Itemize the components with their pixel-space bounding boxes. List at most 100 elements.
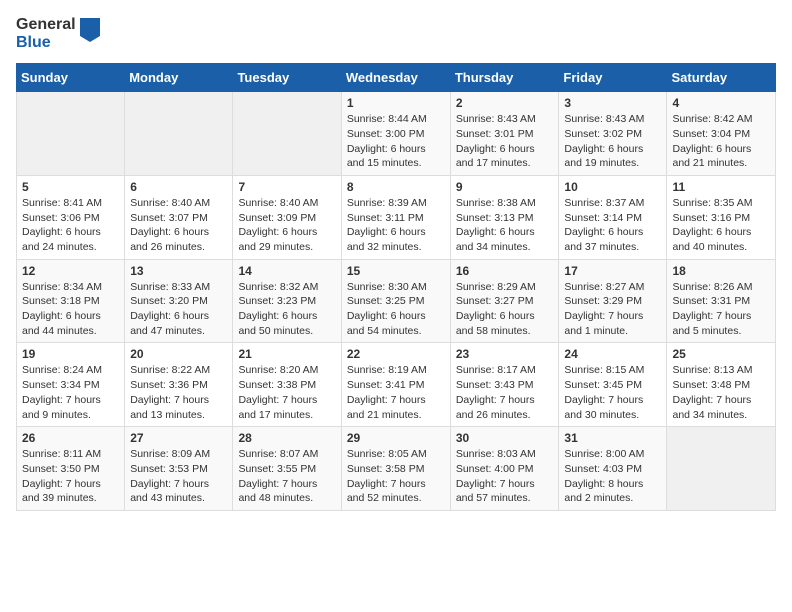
calendar-cell: 30Sunrise: 8:03 AM Sunset: 4:00 PM Dayli… bbox=[450, 427, 559, 511]
day-number: 25 bbox=[672, 347, 770, 361]
calendar-cell: 1 Sunrise: 8:44 AM Sunset: 3:00 PM Daylig… bbox=[341, 92, 450, 176]
day-info: Sunrise: 8:24 AM Sunset: 3:34 PM Dayligh… bbox=[22, 363, 119, 422]
day-number: 5 bbox=[22, 180, 119, 194]
day-number: 24 bbox=[564, 347, 661, 361]
day-info: Sunrise: 8:43 AM Sunset: 3:02 PM Dayligh… bbox=[564, 112, 661, 171]
calendar-cell bbox=[125, 92, 233, 176]
calendar-cell: 17 Sunrise: 8:27 AM Sunset: 3:29 PM Dayli… bbox=[559, 259, 667, 343]
calendar-cell: 20 Sunrise: 8:22 AM Sunset: 3:36 PM Dayli… bbox=[125, 343, 233, 427]
calendar-cell: 18 Sunrise: 8:26 AM Sunset: 3:31 PM Dayli… bbox=[667, 259, 776, 343]
day-number: 15 bbox=[347, 264, 445, 278]
calendar-cell: 6 Sunrise: 8:40 AM Sunset: 3:07 PM Daylig… bbox=[125, 175, 233, 259]
day-info: Sunrise: 8:17 AM Sunset: 3:43 PM Dayligh… bbox=[456, 363, 554, 422]
day-number: 20 bbox=[130, 347, 227, 361]
day-number: 21 bbox=[238, 347, 335, 361]
day-info: Sunrise: 8:13 AM Sunset: 3:48 PM Dayligh… bbox=[672, 363, 770, 422]
day-info: Sunrise: 8:37 AM Sunset: 3:14 PM Dayligh… bbox=[564, 196, 661, 255]
day-number: 28 bbox=[238, 431, 335, 445]
calendar-week-5: 26Sunrise: 8:11 AM Sunset: 3:50 PM Dayli… bbox=[17, 427, 776, 511]
day-info: Sunrise: 8:09 AM Sunset: 3:53 PM Dayligh… bbox=[130, 447, 227, 506]
calendar-cell: 31Sunrise: 8:00 AM Sunset: 4:03 PM Dayli… bbox=[559, 427, 667, 511]
day-number: 18 bbox=[672, 264, 770, 278]
calendar-week-1: 1 Sunrise: 8:44 AM Sunset: 3:00 PM Daylig… bbox=[17, 92, 776, 176]
calendar-cell: 23 Sunrise: 8:17 AM Sunset: 3:43 PM Dayli… bbox=[450, 343, 559, 427]
weekday-header-sunday: Sunday bbox=[17, 64, 125, 92]
calendar-cell: 14 Sunrise: 8:32 AM Sunset: 3:23 PM Dayli… bbox=[233, 259, 341, 343]
day-info: Sunrise: 8:41 AM Sunset: 3:06 PM Dayligh… bbox=[22, 196, 119, 255]
calendar-cell: 22Sunrise: 8:19 AM Sunset: 3:41 PM Dayli… bbox=[341, 343, 450, 427]
day-info: Sunrise: 8:15 AM Sunset: 3:45 PM Dayligh… bbox=[564, 363, 661, 422]
weekday-header-row: SundayMondayTuesdayWednesdayThursdayFrid… bbox=[17, 64, 776, 92]
calendar-cell: 5 Sunrise: 8:41 AM Sunset: 3:06 PM Daylig… bbox=[17, 175, 125, 259]
day-info: Sunrise: 8:35 AM Sunset: 3:16 PM Dayligh… bbox=[672, 196, 770, 255]
day-number: 2 bbox=[456, 96, 554, 110]
calendar-cell: 19 Sunrise: 8:24 AM Sunset: 3:34 PM Dayli… bbox=[17, 343, 125, 427]
page-header: GeneralBlue bbox=[16, 16, 776, 51]
day-info: Sunrise: 8:05 AM Sunset: 3:58 PM Dayligh… bbox=[347, 447, 445, 506]
day-number: 23 bbox=[456, 347, 554, 361]
weekday-header-wednesday: Wednesday bbox=[341, 64, 450, 92]
calendar-cell: 12 Sunrise: 8:34 AM Sunset: 3:18 PM Dayli… bbox=[17, 259, 125, 343]
calendar-cell: 2 Sunrise: 8:43 AM Sunset: 3:01 PM Daylig… bbox=[450, 92, 559, 176]
calendar-cell bbox=[17, 92, 125, 176]
day-number: 9 bbox=[456, 180, 554, 194]
calendar-cell: 3Sunrise: 8:43 AM Sunset: 3:02 PM Daylig… bbox=[559, 92, 667, 176]
calendar-cell: 7Sunrise: 8:40 AM Sunset: 3:09 PM Daylig… bbox=[233, 175, 341, 259]
day-info: Sunrise: 8:33 AM Sunset: 3:20 PM Dayligh… bbox=[130, 280, 227, 339]
day-info: Sunrise: 8:43 AM Sunset: 3:01 PM Dayligh… bbox=[456, 112, 554, 171]
day-info: Sunrise: 8:07 AM Sunset: 3:55 PM Dayligh… bbox=[238, 447, 335, 506]
day-info: Sunrise: 8:26 AM Sunset: 3:31 PM Dayligh… bbox=[672, 280, 770, 339]
day-info: Sunrise: 8:11 AM Sunset: 3:50 PM Dayligh… bbox=[22, 447, 119, 506]
weekday-header-saturday: Saturday bbox=[667, 64, 776, 92]
logo-general-text: General bbox=[16, 16, 76, 34]
calendar-cell: 21 Sunrise: 8:20 AM Sunset: 3:38 PM Dayli… bbox=[233, 343, 341, 427]
calendar-cell: 4 Sunrise: 8:42 AM Sunset: 3:04 PM Daylig… bbox=[667, 92, 776, 176]
day-number: 1 bbox=[347, 96, 445, 110]
calendar-cell: 8Sunrise: 8:39 AM Sunset: 3:11 PM Daylig… bbox=[341, 175, 450, 259]
day-info: Sunrise: 8:32 AM Sunset: 3:23 PM Dayligh… bbox=[238, 280, 335, 339]
logo: GeneralBlue bbox=[16, 16, 100, 51]
day-number: 8 bbox=[347, 180, 445, 194]
logo-flag-icon bbox=[80, 18, 100, 50]
day-number: 10 bbox=[564, 180, 661, 194]
calendar-cell bbox=[233, 92, 341, 176]
calendar-cell: 13 Sunrise: 8:33 AM Sunset: 3:20 PM Dayli… bbox=[125, 259, 233, 343]
day-info: Sunrise: 8:34 AM Sunset: 3:18 PM Dayligh… bbox=[22, 280, 119, 339]
calendar-cell: 25 Sunrise: 8:13 AM Sunset: 3:48 PM Dayli… bbox=[667, 343, 776, 427]
day-number: 29 bbox=[347, 431, 445, 445]
calendar-cell: 29 Sunrise: 8:05 AM Sunset: 3:58 PM Dayli… bbox=[341, 427, 450, 511]
calendar-table: SundayMondayTuesdayWednesdayThursdayFrid… bbox=[16, 63, 776, 511]
calendar-week-3: 12 Sunrise: 8:34 AM Sunset: 3:18 PM Dayli… bbox=[17, 259, 776, 343]
day-info: Sunrise: 8:40 AM Sunset: 3:09 PM Dayligh… bbox=[238, 196, 335, 255]
day-number: 14 bbox=[238, 264, 335, 278]
day-info: Sunrise: 8:20 AM Sunset: 3:38 PM Dayligh… bbox=[238, 363, 335, 422]
calendar-cell: 26Sunrise: 8:11 AM Sunset: 3:50 PM Dayli… bbox=[17, 427, 125, 511]
weekday-header-tuesday: Tuesday bbox=[233, 64, 341, 92]
day-number: 4 bbox=[672, 96, 770, 110]
calendar-cell bbox=[667, 427, 776, 511]
day-info: Sunrise: 8:00 AM Sunset: 4:03 PM Dayligh… bbox=[564, 447, 661, 506]
day-info: Sunrise: 8:22 AM Sunset: 3:36 PM Dayligh… bbox=[130, 363, 227, 422]
day-info: Sunrise: 8:38 AM Sunset: 3:13 PM Dayligh… bbox=[456, 196, 554, 255]
day-number: 6 bbox=[130, 180, 227, 194]
day-number: 19 bbox=[22, 347, 119, 361]
day-number: 16 bbox=[456, 264, 554, 278]
calendar-cell: 28 Sunrise: 8:07 AM Sunset: 3:55 PM Dayli… bbox=[233, 427, 341, 511]
day-info: Sunrise: 8:42 AM Sunset: 3:04 PM Dayligh… bbox=[672, 112, 770, 171]
day-info: Sunrise: 8:40 AM Sunset: 3:07 PM Dayligh… bbox=[130, 196, 227, 255]
day-info: Sunrise: 8:44 AM Sunset: 3:00 PM Dayligh… bbox=[347, 112, 445, 171]
day-number: 17 bbox=[564, 264, 661, 278]
calendar-week-2: 5 Sunrise: 8:41 AM Sunset: 3:06 PM Daylig… bbox=[17, 175, 776, 259]
calendar-cell: 10 Sunrise: 8:37 AM Sunset: 3:14 PM Dayli… bbox=[559, 175, 667, 259]
day-info: Sunrise: 8:03 AM Sunset: 4:00 PM Dayligh… bbox=[456, 447, 554, 506]
day-number: 22 bbox=[347, 347, 445, 361]
weekday-header-thursday: Thursday bbox=[450, 64, 559, 92]
calendar-cell: 27Sunrise: 8:09 AM Sunset: 3:53 PM Dayli… bbox=[125, 427, 233, 511]
calendar-cell: 11Sunrise: 8:35 AM Sunset: 3:16 PM Dayli… bbox=[667, 175, 776, 259]
calendar-cell: 15Sunrise: 8:30 AM Sunset: 3:25 PM Dayli… bbox=[341, 259, 450, 343]
calendar-week-4: 19 Sunrise: 8:24 AM Sunset: 3:34 PM Dayli… bbox=[17, 343, 776, 427]
day-info: Sunrise: 8:27 AM Sunset: 3:29 PM Dayligh… bbox=[564, 280, 661, 339]
day-number: 12 bbox=[22, 264, 119, 278]
calendar-cell: 16Sunrise: 8:29 AM Sunset: 3:27 PM Dayli… bbox=[450, 259, 559, 343]
day-number: 13 bbox=[130, 264, 227, 278]
